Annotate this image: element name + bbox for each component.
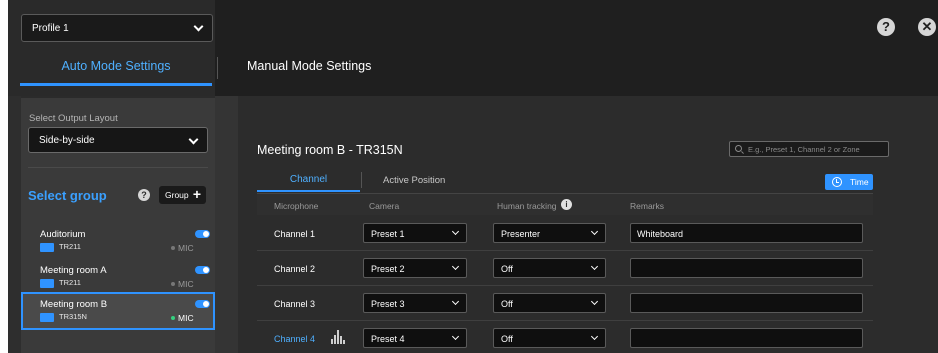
tab-divider	[217, 57, 218, 79]
left-edge	[0, 0, 8, 353]
column-header-camera: Camera	[369, 201, 400, 211]
tab-active-position[interactable]: Active Position	[383, 175, 445, 186]
plus-icon: +	[192, 186, 201, 202]
room-device-icon	[40, 313, 54, 322]
room-device-icon	[40, 279, 54, 288]
mic-status-dot	[171, 282, 175, 286]
room-enable-toggle[interactable]	[195, 300, 210, 308]
human-tracking-select[interactable]: Off	[493, 293, 606, 313]
channel-label: Channel 4	[274, 334, 316, 344]
chevron-down-icon	[188, 134, 199, 145]
camera-preset-value: Preset 2	[371, 264, 405, 274]
column-header-microphone: Microphone	[274, 201, 319, 211]
room-device: TR211	[59, 278, 81, 287]
chevron-down-icon	[590, 227, 599, 236]
room-device: TR315N	[59, 312, 87, 321]
tab-manual-mode-settings[interactable]: Manual Mode Settings	[247, 59, 371, 73]
human-tracking-select[interactable]: Off	[493, 258, 606, 278]
table-row: Channel 4 Preset 4 Off	[257, 321, 873, 353]
channel-label: Channel 2	[274, 264, 316, 274]
output-layout-label: Select Output Layout	[29, 113, 118, 124]
help-icon[interactable]: ?	[138, 189, 150, 201]
active-subtab-indicator	[257, 190, 360, 192]
page-title: Meeting room B - TR315N	[257, 143, 403, 157]
profile-select-value: Profile 1	[32, 23, 69, 34]
human-tracking-select[interactable]: Off	[493, 328, 606, 348]
human-tracking-value: Presenter	[501, 229, 541, 239]
mic-label: MIC	[178, 243, 194, 253]
chevron-down-icon	[451, 297, 460, 306]
remarks-field[interactable]: Whiteboard	[630, 223, 863, 243]
clock-icon	[832, 177, 842, 187]
profile-select[interactable]: Profile 1	[21, 14, 213, 42]
chevron-down-icon	[193, 21, 204, 32]
output-layout-value: Side-by-side	[39, 135, 95, 146]
chevron-down-icon	[590, 262, 599, 271]
remarks-field[interactable]	[630, 258, 863, 278]
camera-preset-select[interactable]: Preset 3	[363, 293, 467, 313]
search-icon	[735, 145, 742, 152]
room-device: TR211	[59, 242, 81, 251]
search-input[interactable]: E.g., Preset 1, Channel 2 or Zone	[729, 141, 889, 157]
human-tracking-value: Off	[501, 299, 513, 309]
camera-preset-select[interactable]: Preset 1	[363, 223, 467, 243]
camera-preset-value: Preset 1	[371, 229, 405, 239]
chevron-down-icon	[451, 262, 460, 271]
room-name: Auditorium	[40, 229, 86, 240]
column-header-remarks: Remarks	[630, 201, 665, 211]
active-tab-indicator	[20, 83, 212, 86]
help-icon[interactable]: ?	[877, 18, 895, 36]
mic-status-dot	[171, 316, 175, 320]
tab-auto-mode-settings[interactable]: Auto Mode Settings	[20, 59, 212, 83]
info-icon[interactable]: i	[561, 199, 572, 210]
app-window: Profile 1 ? ✕ Auto Mode Settings Manual …	[0, 0, 938, 353]
sidebar-edge	[8, 96, 21, 353]
mic-label: MIC	[178, 313, 194, 323]
remarks-field[interactable]	[630, 293, 863, 313]
table-row: Channel 1 Preset 1 Presenter Whiteboard	[257, 216, 873, 251]
subtab-divider	[361, 172, 362, 188]
room-enable-toggle[interactable]	[195, 230, 210, 238]
room-enable-toggle[interactable]	[195, 266, 210, 274]
room-name: Meeting room A	[40, 265, 107, 276]
tab-channel[interactable]: Channel	[257, 174, 360, 185]
room-item-meeting-room-b[interactable]: Meeting room B TR315N MIC	[21, 292, 215, 330]
output-layout-select[interactable]: Side-by-side	[28, 127, 208, 153]
group-button-label: Group	[165, 190, 189, 200]
mic-label: MIC	[178, 279, 194, 289]
channel-label: Channel 3	[274, 299, 316, 309]
remarks-field[interactable]	[630, 328, 863, 348]
camera-preset-value: Preset 3	[371, 299, 405, 309]
chevron-down-icon	[451, 227, 460, 236]
room-item-meeting-room-a[interactable]: Meeting room A TR211 MIC	[21, 258, 215, 296]
close-icon[interactable]: ✕	[918, 18, 936, 36]
mic-status-dot	[171, 246, 175, 250]
human-tracking-value: Off	[501, 334, 513, 344]
select-group-heading: Select group	[28, 188, 107, 203]
chevron-down-icon	[590, 332, 599, 341]
camera-preset-value: Preset 4	[371, 334, 405, 344]
human-tracking-select[interactable]: Presenter	[493, 223, 606, 243]
room-device-icon	[40, 243, 54, 252]
chevron-down-icon	[590, 297, 599, 306]
camera-preset-select[interactable]: Preset 2	[363, 258, 467, 278]
mic-level-icon	[331, 330, 345, 346]
room-name: Meeting room B	[40, 299, 108, 310]
room-item-auditorium[interactable]: Auditorium TR211 MIC	[21, 222, 215, 260]
table-row: Channel 2 Preset 2 Off	[257, 251, 873, 286]
human-tracking-value: Off	[501, 264, 513, 274]
sidebar-divider	[28, 167, 208, 168]
camera-preset-select[interactable]: Preset 4	[363, 328, 467, 348]
chevron-down-icon	[451, 332, 460, 341]
add-group-button[interactable]: Group +	[159, 186, 206, 204]
column-header-human-tracking: Human tracking	[497, 201, 557, 211]
channel-label: Channel 1	[274, 229, 316, 239]
table-row: Channel 3 Preset 3 Off	[257, 286, 873, 321]
